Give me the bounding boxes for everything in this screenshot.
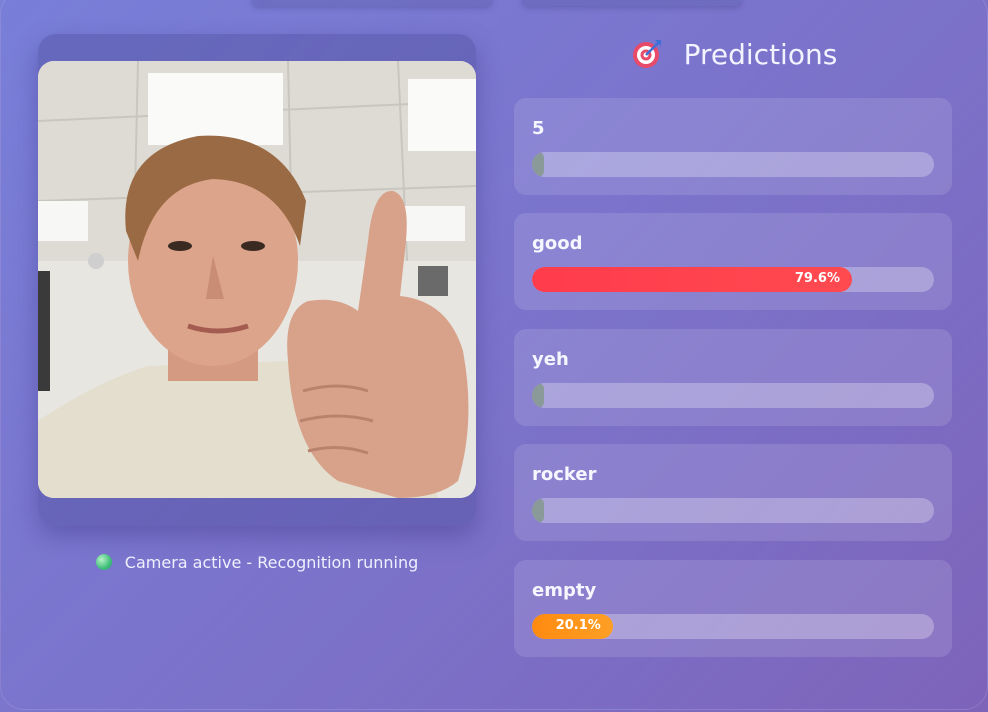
prediction-bar-fill: 20.1% <box>532 614 613 639</box>
prediction-card: 5 <box>514 98 952 195</box>
predictions-title: Predictions <box>514 38 954 77</box>
prediction-value: 79.6% <box>794 271 840 286</box>
prediction-card: empty 20.1% <box>514 560 952 657</box>
target-icon <box>631 38 663 77</box>
prediction-value: 20.1% <box>555 618 601 633</box>
prediction-bar-fill <box>532 498 544 523</box>
top-tab-left[interactable] <box>252 0 492 6</box>
prediction-bar-track: 79.6% <box>532 267 934 292</box>
prediction-bar-track <box>532 498 934 523</box>
predictions-title-text: Predictions <box>683 38 838 71</box>
prediction-label: good <box>532 233 583 254</box>
prediction-bar-fill <box>532 152 544 177</box>
prediction-card: rocker <box>514 444 952 541</box>
prediction-card: good 79.6% <box>514 213 952 310</box>
prediction-bar-track <box>532 383 934 408</box>
prediction-label: yeh <box>532 349 569 370</box>
status-indicator-icon <box>95 554 112 570</box>
prediction-label: empty <box>532 580 597 601</box>
camera-status-text: Camera active - Recognition running <box>124 553 419 572</box>
prediction-bar-track: 20.1% <box>532 614 934 639</box>
prediction-label: 5 <box>532 118 545 139</box>
camera-status: Camera active - Recognition running <box>0 553 514 572</box>
prediction-bar-fill <box>532 383 544 408</box>
top-tab-right[interactable] <box>522 0 742 6</box>
prediction-card: yeh <box>514 329 952 426</box>
prediction-label: rocker <box>532 464 597 485</box>
prediction-bar-fill: 79.6% <box>532 267 852 292</box>
camera-feed-image <box>38 61 476 498</box>
prediction-bar-track <box>532 152 934 177</box>
camera-feed <box>38 61 476 498</box>
